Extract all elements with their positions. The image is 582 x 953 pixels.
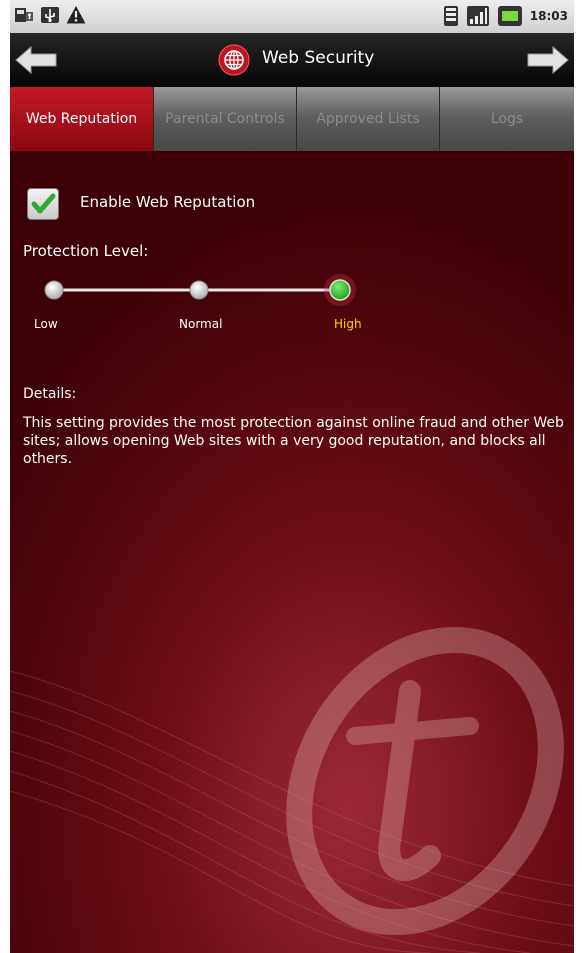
check-icon: [31, 193, 56, 214]
tab-parental-controls[interactable]: Parental Controls: [153, 87, 296, 151]
title-bar: Web Security: [10, 33, 574, 87]
slider-stop-high[interactable]: [329, 279, 351, 301]
battery-icon: [497, 6, 522, 26]
protection-level-label: Protection Level:: [23, 242, 149, 260]
page-title: Web Security: [262, 48, 375, 68]
enable-web-reputation-label: Enable Web Reputation: [80, 193, 256, 211]
usb-debug-icon: [15, 8, 33, 22]
tab-web-reputation[interactable]: Web Reputation: [10, 87, 153, 151]
tab-logs[interactable]: Logs: [439, 87, 574, 151]
protection-level-slider[interactable]: [10, 270, 574, 340]
tab-bar: Web Reputation Parental Controls Approve…: [10, 87, 574, 151]
wifi-icon: [443, 6, 458, 26]
slider-stop-normal[interactable]: [189, 280, 209, 300]
enable-web-reputation-checkbox[interactable]: [27, 188, 59, 220]
details-label: Details:: [23, 386, 77, 402]
globe-icon: [218, 44, 250, 76]
device-screen: 18:03 Web Security Web Reputation Parent…: [10, 0, 574, 953]
forward-arrow-icon[interactable]: [526, 45, 570, 75]
level-low-label: Low: [34, 317, 58, 331]
level-high-label: High: [334, 317, 362, 331]
slider-stop-low[interactable]: [44, 280, 64, 300]
back-arrow-icon[interactable]: [14, 45, 58, 75]
signal-icon: [466, 6, 489, 26]
details-text: This setting provides the most protectio…: [23, 415, 564, 467]
usb-icon: [41, 7, 59, 23]
warning-icon: [66, 6, 86, 24]
level-normal-label: Normal: [179, 317, 223, 331]
tab-approved-lists[interactable]: Approved Lists: [296, 87, 439, 151]
status-bar: 18:03: [10, 0, 574, 33]
status-clock: 18:03: [529, 9, 568, 23]
